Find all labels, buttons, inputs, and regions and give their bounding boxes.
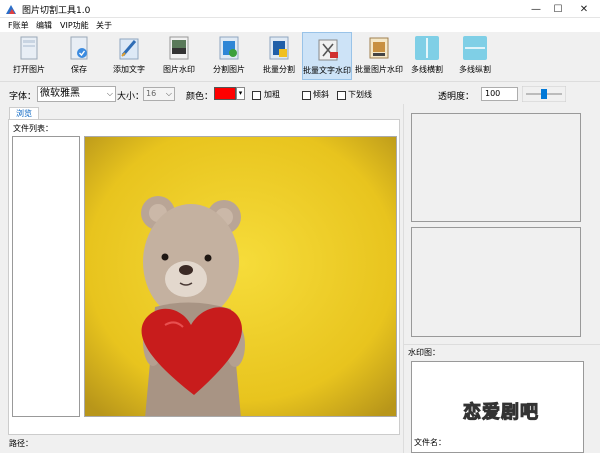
multi-vertical-cut-label: 多线纵割 — [459, 65, 491, 74]
toolbar: 打开图片 保存 添加文字 图片水印 分割图片 批量分割 批量文字水印 批量图片水… — [0, 32, 600, 82]
teddy-bear-photo — [85, 137, 396, 416]
multi-horizontal-cut-icon — [415, 36, 439, 60]
chevron-down-icon: ⌵ — [106, 89, 113, 98]
multi-vertical-cut-button[interactable]: 多线纵割 — [450, 32, 500, 80]
close-button[interactable]: ✕ — [570, 0, 598, 18]
window-title: 图片切割工具1.0 — [22, 6, 91, 16]
image-watermark-icon — [169, 36, 189, 60]
menu-bar: F账单 编辑 VIP功能 关于 — [0, 18, 600, 32]
size-label: 大小： — [117, 92, 145, 102]
font-value: 微软雅黑 — [40, 88, 80, 99]
size-value: 16 — [146, 89, 157, 98]
italic-label: 倾斜 — [313, 90, 329, 99]
menu-edit[interactable]: 编辑 — [36, 20, 52, 31]
panel-divider — [403, 104, 404, 453]
color-label: 颜色： — [186, 92, 214, 102]
font-select[interactable]: 微软雅黑 ⌵ — [37, 86, 116, 102]
add-text-button[interactable]: 添加文字 — [104, 32, 154, 80]
save-button[interactable]: 保存 — [54, 32, 104, 80]
chevron-down-icon: ⌵ — [165, 89, 172, 98]
maximize-button[interactable]: ☐ — [544, 0, 572, 18]
open-image-button[interactable]: 打开图片 — [4, 32, 54, 80]
split-image-button[interactable]: 分割图片 — [204, 32, 254, 80]
menu-file[interactable]: F账单 — [8, 20, 29, 31]
underline-label: 下划线 — [348, 90, 372, 99]
italic-checkbox[interactable] — [302, 91, 311, 100]
menu-about[interactable]: 关于 — [96, 20, 112, 31]
batch-image-watermark-icon — [369, 37, 389, 59]
open-image-icon — [20, 36, 38, 60]
batch-text-watermark-button[interactable]: 批量文字水印 — [302, 32, 352, 80]
multi-vertical-cut-icon — [463, 36, 487, 60]
right-divider — [404, 344, 600, 345]
menu-vip[interactable]: VIP功能 — [60, 20, 89, 31]
preview-box-top — [411, 113, 581, 222]
batch-text-watermark-icon — [318, 39, 338, 61]
opacity-slider-thumb — [541, 89, 547, 99]
app-logo-icon — [6, 5, 16, 14]
size-select[interactable]: 16 ⌵ — [143, 87, 175, 101]
opacity-label: 透明度： — [438, 92, 475, 102]
file-list-label: 文件列表： — [13, 124, 53, 133]
bold-checkbox[interactable] — [252, 91, 261, 100]
save-icon — [70, 36, 88, 60]
title-bar: 图片切割工具1.0 — ☐ ✕ — [0, 0, 600, 18]
file-list[interactable] — [12, 136, 80, 417]
color-swatch[interactable] — [214, 87, 236, 100]
split-image-icon — [219, 36, 239, 60]
underline-checkbox[interactable] — [337, 91, 346, 100]
bold-label: 加粗 — [264, 90, 280, 99]
color-dropdown-button[interactable]: ▾ — [236, 87, 245, 100]
preview-box-bottom — [411, 227, 581, 337]
image-watermark-button[interactable]: 图片水印 — [154, 32, 204, 80]
add-text-icon — [119, 38, 139, 60]
font-label: 字体： — [9, 92, 37, 102]
watermark-image-label: 水印图： — [408, 348, 440, 357]
filename-label: 文件名： — [414, 438, 446, 447]
image-preview[interactable] — [84, 136, 397, 417]
path-label: 路径： — [9, 439, 33, 448]
opacity-slider[interactable] — [522, 86, 566, 102]
watermark-text: 恋爱剧吧 — [463, 402, 539, 424]
batch-split-icon — [269, 36, 289, 60]
opacity-input[interactable]: 100 — [481, 87, 518, 101]
